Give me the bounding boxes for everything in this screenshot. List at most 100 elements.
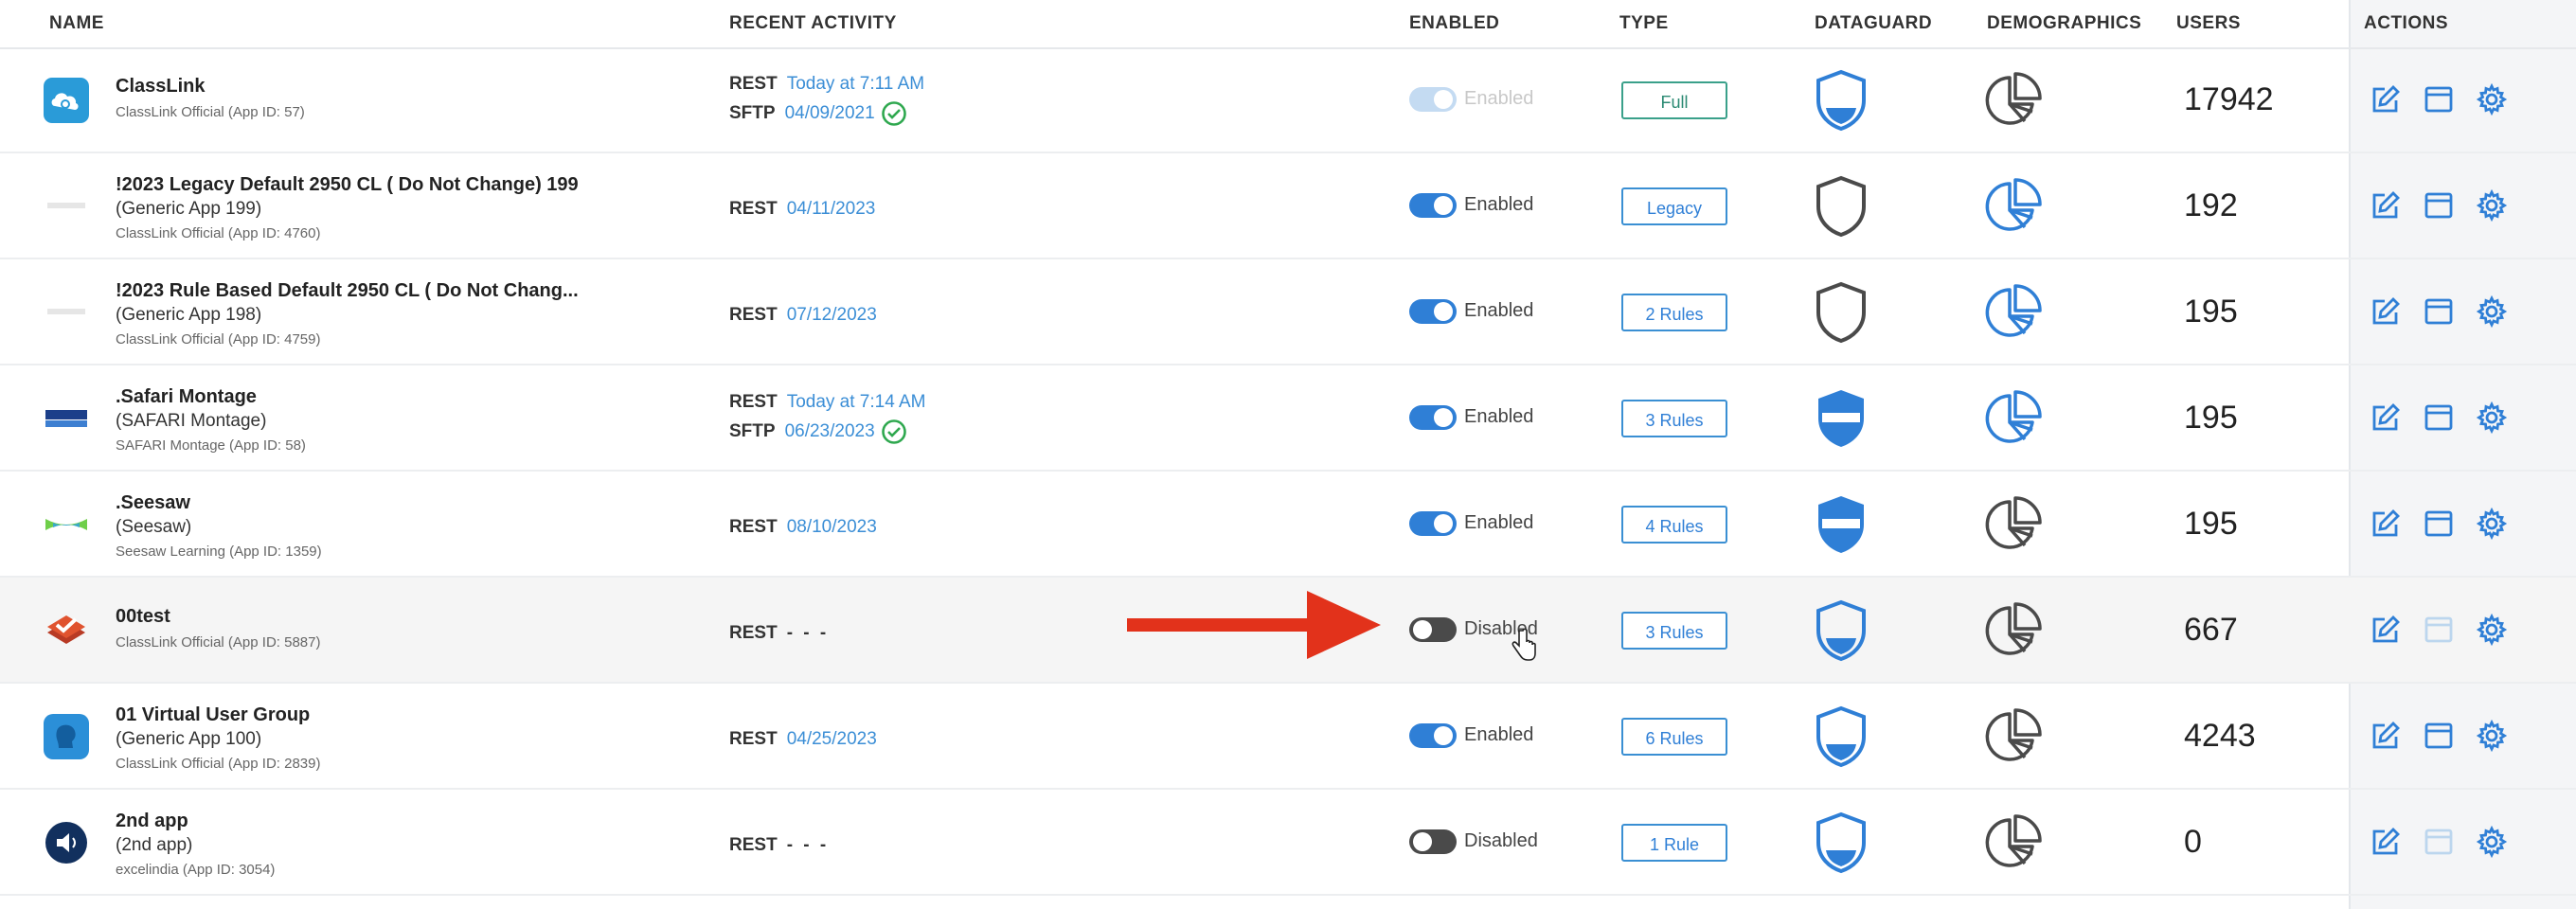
enabled-toggle[interactable] bbox=[1409, 405, 1457, 430]
window-icon[interactable] bbox=[2423, 401, 2455, 434]
pie-chart-gray-icon[interactable] bbox=[1983, 494, 2044, 555]
edit-icon[interactable] bbox=[2370, 189, 2402, 222]
header-demographics[interactable]: DEMOGRAPHICS bbox=[1987, 13, 2141, 34]
pie-chart-gray-icon[interactable] bbox=[1983, 600, 2044, 661]
enabled-toggle[interactable] bbox=[1409, 617, 1457, 642]
activity-value: 04/25/2023 bbox=[786, 729, 877, 749]
pie-chart-gray-icon[interactable] bbox=[1983, 70, 2044, 131]
shield-outline-icon[interactable] bbox=[1813, 280, 1869, 345]
gear-icon[interactable] bbox=[2476, 719, 2508, 753]
users-count: 195 bbox=[2184, 506, 2238, 542]
type-button[interactable]: 4 Rules bbox=[1621, 506, 1727, 544]
pie-chart-blue-icon[interactable] bbox=[1983, 282, 2044, 343]
edit-icon[interactable] bbox=[2370, 720, 2402, 752]
gear-icon[interactable] bbox=[2476, 825, 2508, 859]
app-name-link[interactable]: .Safari Montage bbox=[116, 386, 257, 408]
gear-icon[interactable] bbox=[2476, 507, 2508, 541]
header-name[interactable]: NAME bbox=[49, 13, 104, 34]
edit-icon[interactable] bbox=[2370, 508, 2402, 540]
checkmark-box-logo-icon bbox=[44, 608, 89, 653]
window-icon[interactable] bbox=[2423, 508, 2455, 540]
table-row[interactable]: 01 Virtual User Group (Generic App 100) Cl… bbox=[0, 684, 2576, 790]
enabled-toggle[interactable] bbox=[1409, 299, 1457, 324]
edit-icon[interactable] bbox=[2370, 614, 2402, 646]
enabled-toggle[interactable] bbox=[1409, 511, 1457, 536]
window-icon[interactable] bbox=[2423, 83, 2455, 116]
table-row[interactable]: !2023 Rule Based Default 2950 CL ( Do No… bbox=[0, 259, 2576, 365]
app-name-link[interactable]: ClassLink bbox=[116, 76, 205, 98]
window-icon[interactable] bbox=[2423, 295, 2455, 328]
activity-value: Today at 7:14 AM bbox=[786, 392, 926, 412]
gear-icon[interactable] bbox=[2476, 401, 2508, 435]
enabled-toggle[interactable] bbox=[1409, 193, 1457, 218]
table-row[interactable]: .Seesaw (Seesaw) Seesaw Learning (App ID: … bbox=[0, 472, 2576, 578]
edit-icon[interactable] bbox=[2370, 826, 2402, 858]
app-subtitle: (Generic App 100) bbox=[116, 729, 262, 749]
activity-protocol: REST bbox=[729, 199, 778, 219]
header-type[interactable]: TYPE bbox=[1619, 13, 1669, 34]
table-row[interactable]: !2023 Legacy Default 2950 CL ( Do Not Ch… bbox=[0, 153, 2576, 259]
edit-icon[interactable] bbox=[2370, 295, 2402, 328]
type-button[interactable]: 3 Rules bbox=[1621, 612, 1727, 650]
activity-line: REST 07/12/2023 bbox=[729, 305, 877, 326]
type-button[interactable]: 3 Rules bbox=[1621, 400, 1727, 437]
app-name-link[interactable]: !2023 Rule Based Default 2950 CL ( Do No… bbox=[116, 280, 579, 302]
app-name-link[interactable]: .Seesaw bbox=[116, 492, 190, 514]
window-icon[interactable] bbox=[2423, 720, 2455, 752]
app-subtitle: (Seesaw) bbox=[116, 517, 192, 537]
enabled-toggle bbox=[1409, 87, 1457, 112]
activity-line: REST - - - bbox=[729, 835, 829, 856]
gear-icon[interactable] bbox=[2476, 294, 2508, 329]
type-button[interactable]: Legacy bbox=[1621, 187, 1727, 225]
shield-half-filled-icon[interactable] bbox=[1813, 68, 1869, 133]
table-header: NAME RECENT ACTIVITY ENABLED TYPE DATAGU… bbox=[0, 0, 2576, 49]
users-count: 192 bbox=[2184, 187, 2238, 223]
shield-half-filled-icon[interactable] bbox=[1813, 811, 1869, 875]
activity-protocol: REST bbox=[729, 74, 778, 94]
header-recent-activity[interactable]: RECENT ACTIVITY bbox=[729, 13, 897, 34]
shield-striped-icon[interactable] bbox=[1813, 492, 1869, 557]
type-button[interactable]: Full bbox=[1621, 81, 1727, 119]
table-row[interactable]: ClassLink ClassLink Official (App ID: 57)… bbox=[0, 47, 2576, 153]
header-enabled[interactable]: ENABLED bbox=[1409, 13, 1499, 34]
app-name-link[interactable]: 00test bbox=[116, 606, 170, 628]
table-row[interactable]: 2nd app (2nd app) excelindia (App ID: 3054… bbox=[0, 790, 2576, 896]
type-button[interactable]: 6 Rules bbox=[1621, 718, 1727, 756]
enabled-label: Enabled bbox=[1464, 300, 1534, 321]
edit-icon[interactable] bbox=[2370, 83, 2402, 116]
applications-table: NAME RECENT ACTIVITY ENABLED TYPE DATAGU… bbox=[0, 0, 2576, 909]
header-users[interactable]: USERS bbox=[2176, 13, 2241, 34]
app-name-link[interactable]: 2nd app bbox=[116, 811, 188, 832]
type-button[interactable]: 2 Rules bbox=[1621, 294, 1727, 331]
head-profile-logo-icon bbox=[44, 714, 89, 759]
gear-icon[interactable] bbox=[2476, 188, 2508, 223]
activity-line: SFTP 04/09/2021 bbox=[729, 100, 907, 127]
table-row[interactable]: .Safari Montage (SAFARI Montage) SAFARI Mo… bbox=[0, 365, 2576, 472]
shield-striped-icon[interactable] bbox=[1813, 386, 1869, 451]
pie-chart-gray-icon[interactable] bbox=[1983, 812, 2044, 873]
enabled-toggle[interactable] bbox=[1409, 723, 1457, 748]
gear-icon[interactable] bbox=[2476, 82, 2508, 116]
pie-chart-gray-icon[interactable] bbox=[1983, 706, 2044, 767]
activity-line: REST 04/11/2023 bbox=[729, 199, 875, 220]
header-dataguard[interactable]: DATAGUARD bbox=[1815, 13, 1932, 34]
window-icon bbox=[2423, 614, 2455, 646]
shield-outline-icon[interactable] bbox=[1813, 174, 1869, 239]
activity-protocol: REST bbox=[729, 305, 778, 325]
activity-line: REST 04/25/2023 bbox=[729, 729, 877, 750]
window-icon[interactable] bbox=[2423, 189, 2455, 222]
shield-half-filled-icon[interactable] bbox=[1813, 704, 1869, 769]
app-meta: excelindia (App ID: 3054) bbox=[116, 862, 276, 878]
type-button[interactable]: 1 Rule bbox=[1621, 824, 1727, 862]
pie-chart-blue-icon[interactable] bbox=[1983, 388, 2044, 449]
app-name-link[interactable]: 01 Virtual User Group bbox=[116, 704, 310, 726]
edit-icon[interactable] bbox=[2370, 401, 2402, 434]
app-name-link[interactable]: !2023 Legacy Default 2950 CL ( Do Not Ch… bbox=[116, 174, 579, 196]
shield-half-filled-icon[interactable] bbox=[1813, 598, 1869, 663]
activity-line: REST - - - bbox=[729, 623, 829, 644]
activity-line: SFTP 06/23/2023 bbox=[729, 419, 907, 445]
enabled-toggle[interactable] bbox=[1409, 829, 1457, 854]
pie-chart-blue-icon[interactable] bbox=[1983, 176, 2044, 237]
gear-icon[interactable] bbox=[2476, 613, 2508, 647]
users-count: 667 bbox=[2184, 612, 2238, 648]
